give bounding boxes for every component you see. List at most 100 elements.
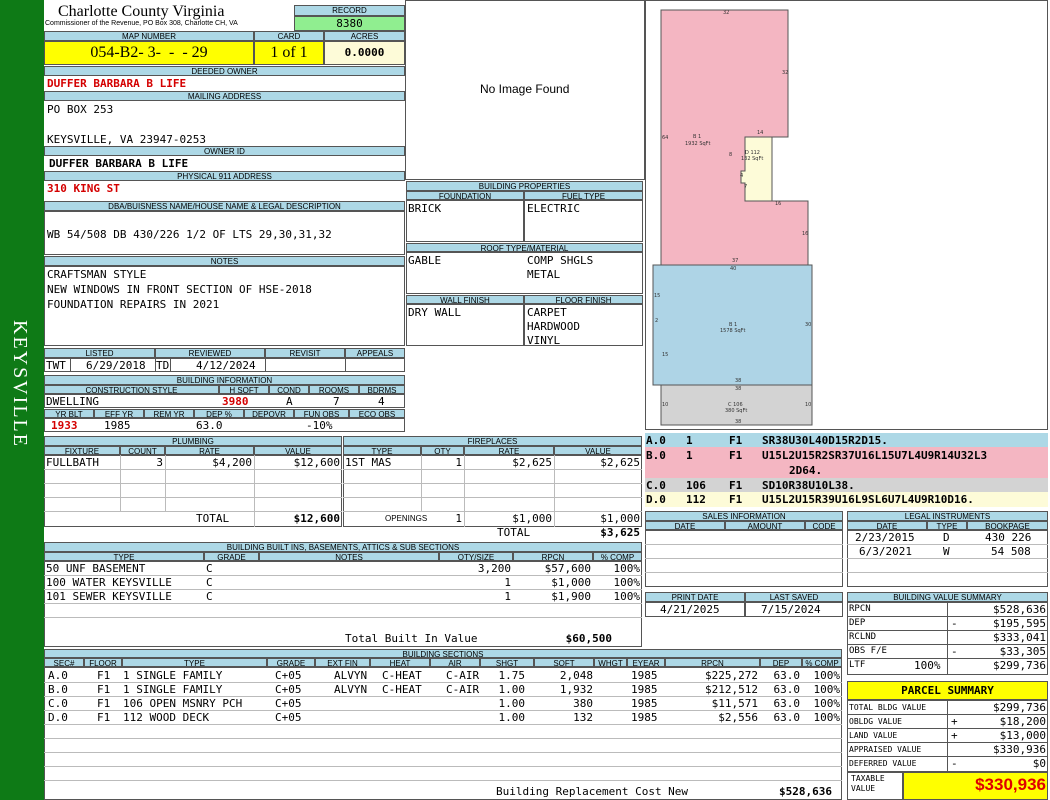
sketch-dim: 38 [735, 378, 741, 384]
section-grade: C+05 [275, 683, 302, 696]
built-ins-col: RPCN [513, 552, 593, 561]
sales-col: DATE [645, 521, 725, 530]
section-dep: 63.0 [773, 669, 801, 682]
note-line: CRAFTSMAN STYLE [47, 268, 147, 281]
map-number-header: MAP NUMBER [44, 31, 254, 41]
section-heat: C-HEAT [382, 669, 422, 682]
code-floor: F1 [729, 449, 743, 462]
section-floor: F1 [97, 697, 111, 710]
sketch-dim: 32 [782, 70, 788, 76]
jurisdiction-label: KEYSVILLE [9, 320, 31, 448]
sketch-dim: 64 [662, 135, 668, 141]
sketch-dim: 7 [744, 184, 747, 190]
condition: A [286, 395, 293, 408]
parcel-value: $13,000 [999, 729, 1046, 742]
jurisdiction-sidebar: KEYSVILLE [0, 0, 44, 800]
fireplace-total-label: TOTAL [497, 526, 531, 539]
heated-sqft: 3980 [222, 395, 249, 408]
mailing-line1: PO BOX 253 [47, 103, 114, 116]
sketch-label: 1578 SqFt [720, 328, 746, 334]
section-col: HEAT [370, 658, 430, 667]
section-eyear: 1985 [631, 711, 658, 724]
deeded-owner-header: DEEDED OWNER [44, 66, 405, 76]
sketch-label: 132 SqFt [741, 156, 763, 162]
map-number: 054-B2- 3- - - 29 [44, 41, 254, 65]
section-col: EYEAR [627, 658, 665, 667]
reviewed-by: TD [156, 359, 170, 372]
building-info-header: BUILDING INFORMATION [44, 375, 405, 385]
sketch-dim: 32 [723, 10, 729, 16]
section-type: 1 SINGLE FAMILY [123, 683, 223, 696]
year-built: 1933 [51, 419, 78, 432]
functional-obs: -10% [306, 419, 333, 432]
summary-value: $333,041 [993, 631, 1046, 644]
foundation-header: FOUNDATION [406, 191, 524, 200]
taxable-label: TAXABLE VALUE [851, 774, 885, 793]
section-type: 106 OPEN MSNRY PCH [123, 697, 243, 710]
sketch-dim: 2 [655, 318, 658, 324]
parcel-sign: - [951, 757, 958, 770]
acres-value: 0.0000 [324, 41, 405, 65]
sketch-drawing: 32 32 14 64 8 4 7 16 16 37 40 15 2 30 15… [652, 9, 813, 426]
section-air: C-AIR [446, 669, 480, 682]
parcel-label: DEFERRED VALUE [849, 759, 917, 768]
last-saved-header: LAST SAVED [745, 592, 843, 602]
parcel-label: OBLDG VALUE [849, 717, 902, 726]
section-sec: D.0 [48, 711, 68, 724]
section-ext: ALVYN [334, 683, 368, 696]
floor-value: HARDWOOD [527, 320, 580, 333]
plumbing-col: FIXTURE [44, 446, 120, 455]
built-ins-col: % COMP [593, 552, 642, 561]
section-floor: F1 [97, 669, 111, 682]
record-header: RECORD [294, 5, 405, 16]
fireplace-value: $2,625 [600, 456, 640, 469]
deeded-owner: DUFFER BARBARA B LIFE [47, 77, 187, 90]
section-floor: F1 [97, 683, 111, 696]
summary-label: RPCN [849, 604, 871, 614]
legal-book: 430 226 [985, 531, 1032, 544]
sales-col: AMOUNT [725, 521, 805, 530]
legal-date: 2/23/2015 [855, 531, 915, 544]
built-in-grade: C [206, 562, 213, 575]
sketch-section-d [740, 136, 773, 202]
legal-col: DATE [847, 521, 927, 530]
legal-col: BOOKPAGE [967, 521, 1048, 530]
sketch-dim: 10 [662, 402, 668, 408]
section-rpcn: $212,512 [705, 683, 758, 696]
legal-date: 6/3/2021 [859, 545, 912, 558]
fuel-value: ELECTRIC [527, 202, 580, 215]
built-ins-col: QTY/SIZE [439, 552, 513, 561]
remyr-header: REM YR [144, 409, 194, 418]
summary-label: RCLND [849, 632, 877, 642]
built-in-comp: 100% [613, 590, 641, 603]
note-line: NEW WINDOWS IN FRONT SECTION OF HSE-2018 [47, 283, 312, 296]
parcel-value: $0 [1032, 757, 1046, 770]
section-grade: C+05 [275, 669, 302, 682]
owner-id-header: OWNER ID [44, 146, 405, 156]
floor-value: CARPET [527, 306, 567, 319]
section-eyear: 1985 [631, 669, 658, 682]
summary-label: LTF [849, 660, 866, 670]
sketch-section-a [660, 9, 809, 266]
built-in-grade: C [206, 590, 213, 603]
fireplaces-header: FIREPLACES [343, 436, 642, 446]
section-col: TYPE [122, 658, 267, 667]
section-rpcn: $11,571 [711, 697, 758, 710]
sketch-dim: 37 [732, 258, 738, 264]
listed-header: LISTED [44, 348, 155, 358]
sketch-dim: 16 [775, 201, 781, 207]
code-vector: SD10R38U10L38. [762, 479, 855, 492]
openings-qty: 1 [455, 512, 462, 525]
roof-header: ROOF TYPE/MATERIAL [406, 243, 643, 252]
print-date-header: PRINT DATE [645, 592, 745, 602]
section-comp: 100% [813, 697, 841, 710]
section-col: SHGT [480, 658, 534, 667]
built-in-type: 50 UNF BASEMENT [46, 562, 146, 575]
built-ins-header: BUILDING BUILT INS, BASEMENTS, ATTICS & … [44, 542, 642, 552]
section-col: WHGT [594, 658, 627, 667]
code-floor: F1 [729, 434, 743, 447]
section-col: SEC# [44, 658, 84, 667]
record-number: 8380 [294, 16, 405, 31]
mailing-line2: KEYSVILLE, VA 23947-0253 [47, 133, 206, 146]
roof-box [406, 252, 643, 294]
